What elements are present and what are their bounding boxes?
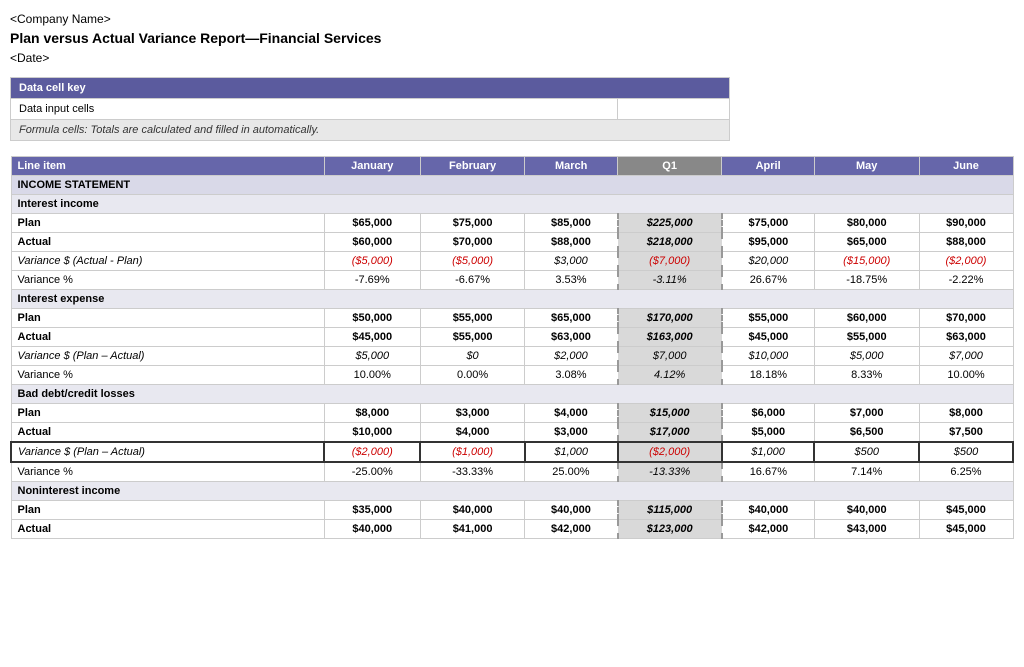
table-row: Variance %-7.69%-6.67%3.53%-3.11%26.67%-…: [11, 271, 1013, 290]
key-formula-label: Formula cells: Totals are calculated and…: [11, 120, 730, 141]
col-header-may: May: [814, 157, 919, 176]
table-row: Plan$65,000$75,000$85,000$225,000$75,000…: [11, 214, 1013, 233]
col-header-lineitem: Line item: [11, 157, 324, 176]
col-header-jan: January: [324, 157, 420, 176]
table-header-row: Line item January February March Q1 Apri…: [11, 157, 1013, 176]
key-input-label: Data input cells: [11, 99, 618, 120]
table-row: Actual$10,000$4,000$3,000$17,000$5,000$6…: [11, 423, 1013, 443]
table-row: Actual$60,000$70,000$88,000$218,000$95,0…: [11, 233, 1013, 252]
table-row: Variance %-25.00%-33.33%25.00%-13.33%16.…: [11, 462, 1013, 482]
table-row: Variance $ (Plan – Actual)($2,000)($1,00…: [11, 442, 1013, 462]
report-date: <Date>: [10, 49, 1014, 67]
report-table: Line item January February March Q1 Apri…: [10, 156, 1014, 539]
company-name: <Company Name>: [10, 10, 1014, 28]
col-header-jun: June: [919, 157, 1013, 176]
col-header-apr: April: [722, 157, 815, 176]
key-header: Data cell key: [11, 78, 730, 99]
subsection-interest-expense: Interest expense: [11, 290, 1013, 309]
col-header-mar: March: [525, 157, 618, 176]
col-header-q1: Q1: [618, 157, 722, 176]
table-row: Plan$8,000$3,000$4,000$15,000$6,000$7,00…: [11, 404, 1013, 423]
report-title: Plan versus Actual Variance Report—Finan…: [10, 28, 1014, 49]
table-row: Variance $ (Actual - Plan)($5,000)($5,00…: [11, 252, 1013, 271]
key-input-box: [618, 99, 730, 120]
key-table: Data cell key Data input cells Formula c…: [10, 77, 730, 141]
table-row: Plan$35,000$40,000$40,000$115,000$40,000…: [11, 501, 1013, 520]
section-income-statement: INCOME STATEMENT: [11, 176, 1013, 195]
data-key-section: Data cell key Data input cells Formula c…: [10, 77, 730, 141]
report-header: <Company Name> Plan versus Actual Varian…: [10, 10, 1014, 67]
table-row: Actual$45,000$55,000$63,000$163,000$45,0…: [11, 328, 1013, 347]
subsection-bad-debt/credit-losses: Bad debt/credit losses: [11, 385, 1013, 404]
table-row: Variance $ (Plan – Actual)$5,000$0$2,000…: [11, 347, 1013, 366]
subsection-interest-income: Interest income: [11, 195, 1013, 214]
subsection-noninterest-income: Noninterest income: [11, 482, 1013, 501]
table-row: Plan$50,000$55,000$65,000$170,000$55,000…: [11, 309, 1013, 328]
table-row: Variance %10.00%0.00%3.08%4.12%18.18%8.3…: [11, 366, 1013, 385]
col-header-feb: February: [420, 157, 525, 176]
table-row: Actual$40,000$41,000$42,000$123,000$42,0…: [11, 520, 1013, 539]
